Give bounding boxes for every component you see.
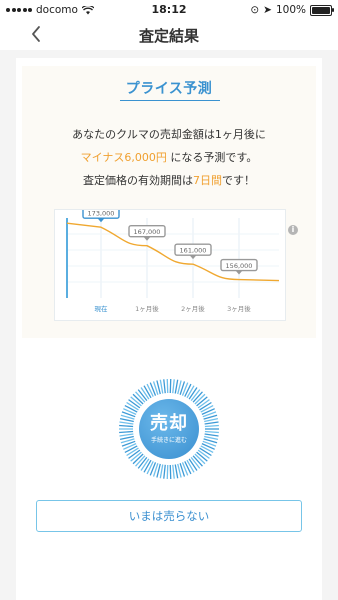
location-icon: ➤ xyxy=(263,4,272,16)
ring-tick xyxy=(204,421,219,425)
not-now-button[interactable]: いまは売らない xyxy=(36,500,302,532)
price-forecast-chart: 173,000 現在 167,000 1ヶ月後 161,000 2ヶ月後 156,000 3ヶ… xyxy=(54,209,286,321)
validity-period: 7日間 xyxy=(193,174,222,187)
forecast-line1: あなたのクルマの売却金額は1ヶ月後に xyxy=(72,128,266,141)
price-drop-amount: マイナス6,000円 xyxy=(80,151,167,164)
data-label: 173,000 xyxy=(88,210,115,218)
ring-tick xyxy=(163,379,166,394)
ring-tick xyxy=(174,464,179,479)
battery-percent: 100% xyxy=(275,4,306,16)
ring-tick xyxy=(119,435,134,441)
ring-tick xyxy=(159,379,164,394)
data-label-pointer xyxy=(143,236,151,241)
ring-tick xyxy=(119,430,134,434)
ring-tick xyxy=(204,417,219,423)
series-line xyxy=(66,222,280,282)
data-label-pointer xyxy=(97,218,105,223)
ring-tick xyxy=(172,379,175,394)
x-tick-label: 現在 xyxy=(95,304,109,313)
forecast-line3: 査定価格の有効期間は7日間です！ xyxy=(22,172,316,188)
ring-tick xyxy=(204,435,219,441)
page-title: 査定結果 xyxy=(138,27,199,45)
main-content: プライス予測 あなたのクルマの売却金額は1ヶ月後に マイナス6,000円 になる… xyxy=(16,58,322,600)
forecast-card: プライス予測 あなたのクルマの売却金額は1ヶ月後に マイナス6,000円 になる… xyxy=(22,66,316,338)
ring-tick xyxy=(200,445,214,454)
x-tick-label: 2ヶ月後 xyxy=(181,304,205,313)
data-label-pointer xyxy=(189,255,197,260)
ring-tick xyxy=(163,464,166,479)
ring-tick xyxy=(159,464,164,479)
rotation-lock-icon: ⊙ xyxy=(250,4,260,16)
ring-tick xyxy=(200,404,214,413)
status-right: ⊙ ➤ 100% xyxy=(250,4,334,16)
sell-button-wrap: 売却 手続きに進む xyxy=(116,376,222,482)
forecast-title: プライス予測 xyxy=(125,81,213,97)
ring-tick xyxy=(204,433,219,437)
x-tick-label: 1ヶ月後 xyxy=(135,304,159,313)
ring-tick xyxy=(172,464,175,479)
data-label-pointer xyxy=(235,270,243,275)
ring-tick xyxy=(204,424,219,428)
info-icon[interactable]: i xyxy=(288,225,298,235)
data-label: 156,000 xyxy=(226,262,253,270)
status-bar: docomo 18:12 ⊙ ➤ 100% xyxy=(0,0,338,20)
ring-tick xyxy=(119,421,134,425)
title-underline xyxy=(120,100,220,101)
x-tick-label: 3ヶ月後 xyxy=(227,304,251,313)
nav-bar: 査定結果 xyxy=(0,20,338,50)
ring-tick xyxy=(124,445,138,454)
validity-pre: 査定価格の有効期間は xyxy=(83,174,193,187)
sell-button-sublabel: 手続きに進む xyxy=(150,437,187,444)
ring-tick xyxy=(119,424,134,428)
data-label: 161,000 xyxy=(180,246,207,254)
ring-tick xyxy=(119,417,134,423)
forecast-line2: マイナス6,000円 になる予測です。 xyxy=(22,149,316,165)
battery-icon xyxy=(310,4,334,16)
forecast-line2-rest: になる予測です。 xyxy=(166,151,258,164)
ring-tick xyxy=(124,404,138,413)
ring-tick xyxy=(174,379,179,394)
validity-post: です！ xyxy=(222,174,255,187)
sell-button[interactable]: 売却 手続きに進む xyxy=(139,399,199,459)
chart-svg: 173,000 現在 167,000 1ヶ月後 161,000 2ヶ月後 156,000 3ヶ… xyxy=(66,210,280,313)
ring-tick xyxy=(204,430,219,434)
ring-tick xyxy=(119,433,134,437)
data-label: 167,000 xyxy=(134,228,161,236)
sell-button-label: 売却 xyxy=(150,413,188,434)
